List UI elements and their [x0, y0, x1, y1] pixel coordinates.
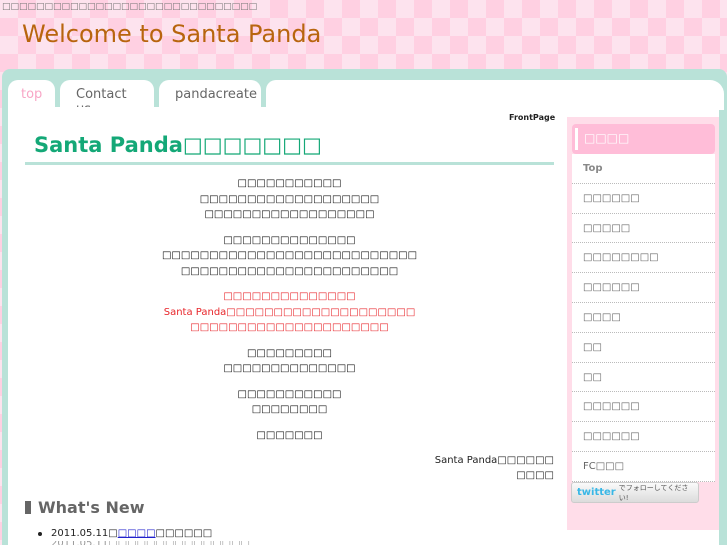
intro-line: □□□□□□□	[256, 429, 323, 441]
news-item: 2011.05.11 □ □□□□ □□□□□□	[38, 526, 250, 541]
twitter-follow-label: でフォローしてください!	[618, 483, 689, 502]
news-item: 2011.05.11□□□□□□□□□□□□□□□	[38, 541, 250, 545]
intro-text: □□□□□□□□□□□ □□□□□□□□□□□□□□□□□□□ □□□□□□□□□□…	[25, 176, 554, 453]
intro-line: □□□□□□□□□□□□□□	[223, 234, 356, 246]
sidebar-footer	[567, 530, 719, 545]
tab-contact-us[interactable]: Contact us	[60, 80, 154, 117]
intro-line: □□□□□□□□□□□	[237, 178, 342, 189]
news-link[interactable]: □□□□	[118, 526, 156, 541]
title-divider	[25, 162, 554, 165]
intro-line: □□□□□□□□□□□□□□□□□□□□□□□	[180, 265, 399, 277]
intro-line: □□□□□□□□□□□□□□□□□□□□□	[190, 322, 389, 333]
heading-bar-icon	[25, 501, 31, 514]
intro-paragraph: □□□□□□□□□□□□□□ Santa Panda□□□□□□□□□□□□□□□…	[25, 289, 554, 336]
intro-line: Santa Panda□□□□□□□□□□□□□□□□□□□□	[163, 306, 416, 318]
bullet-icon	[38, 531, 42, 536]
intro-paragraph: □□□□□□□□□ □□□□□□□□□□□□□□	[25, 346, 554, 377]
news-text: □□□□□□	[155, 528, 213, 539]
page-title: Santa Panda□□□□□□□	[34, 133, 322, 157]
sidebar-heading: □□□□	[572, 124, 715, 154]
intro-line: □□□□□□□□□□□□□□□□□□	[204, 209, 375, 220]
news-date: 2011.05.11	[51, 541, 108, 545]
intro-line: □□□□□□□□	[251, 404, 328, 415]
sidebar-item[interactable]: □□□□□□	[572, 422, 715, 452]
signature-line: Santa Panda□□□□□□	[434, 455, 554, 466]
twitter-logo-icon: twitter	[577, 487, 616, 498]
sidebar-item[interactable]: □□□□□□	[572, 273, 715, 303]
intro-line: □□□□□□□□□	[246, 347, 333, 359]
sidebar-menu: Top □□□□□□ □□□□□ □□□□□□□□ □□□□□□ □□□□ □□…	[572, 154, 715, 482]
whats-new-label: What's New	[38, 498, 145, 517]
twitter-follow-button[interactable]: twitter でフォローしてください!	[571, 482, 699, 503]
whats-new-heading: What's New	[25, 498, 145, 517]
signature: Santa Panda□□□□□□ □□□□	[25, 453, 554, 483]
sidebar-item[interactable]: □□□□□	[572, 214, 715, 244]
sidebar-item-top[interactable]: Top	[572, 154, 715, 184]
intro-line: □□□□□□□□□□□□□□□□□□□□□□□□□□□	[161, 250, 418, 261]
site-title[interactable]: Welcome to Santa Panda	[22, 20, 321, 48]
tab-pandacreate[interactable]: pandacreate	[159, 80, 261, 110]
signature-line: □□□□	[516, 470, 554, 481]
intro-line: □□□□□□□□□□□□□□	[223, 363, 356, 374]
news-text: □	[108, 528, 118, 539]
tab-bar-filler	[266, 80, 724, 110]
news-list: 2011.05.11□□□□□□□□□□□ 2011.05.11□□□□□□□□…	[38, 526, 250, 545]
sidebar-item[interactable]: □□	[572, 363, 715, 393]
intro-paragraph: □□□□□□□	[25, 428, 554, 444]
nav-tabs: top Contact us pandacreate	[8, 80, 724, 117]
sidebar-item[interactable]: □□□□□□	[572, 184, 715, 214]
news-text: □□□□□□□□□□□□□□□	[108, 541, 250, 545]
intro-paragraph: □□□□□□□□□□□ □□□□□□□□	[25, 387, 554, 418]
sidebar-item[interactable]: □□□□□□□□	[572, 243, 715, 274]
sidebar-item[interactable]: □□	[572, 333, 715, 363]
intro-line: □□□□□□□□□□□	[237, 388, 342, 400]
site-tagline: □□□□□□□□□□□□□□□□□□□□□□□□□□□□□□	[2, 2, 258, 12]
intro-paragraph: □□□□□□□□□□□□□□□□□□□□□□□□□□□□□□□□□□□□□□□□…	[25, 233, 554, 280]
intro-line: □□□□□□□□□□□□□□□□□□□	[199, 193, 380, 205]
intro-paragraph: □□□□□□□□□□□□□□□□□□□□□□□□□□□□□□□□□□□□□□□□…	[25, 176, 554, 223]
tab-top[interactable]: top	[8, 80, 55, 110]
sidebar-item[interactable]: □□□□□□	[572, 392, 715, 423]
news-date: 2011.05.11	[51, 528, 109, 539]
sidebar-heading-label: □□□□	[584, 131, 630, 145]
sidebar-item[interactable]: □□□□	[572, 303, 715, 333]
heading-mark-icon	[575, 128, 578, 150]
breadcrumb[interactable]: FrontPage	[509, 113, 555, 122]
intro-line: □□□□□□□□□□□□□□	[223, 291, 356, 302]
sidebar-item-fc[interactable]: FC□□□	[572, 452, 715, 482]
